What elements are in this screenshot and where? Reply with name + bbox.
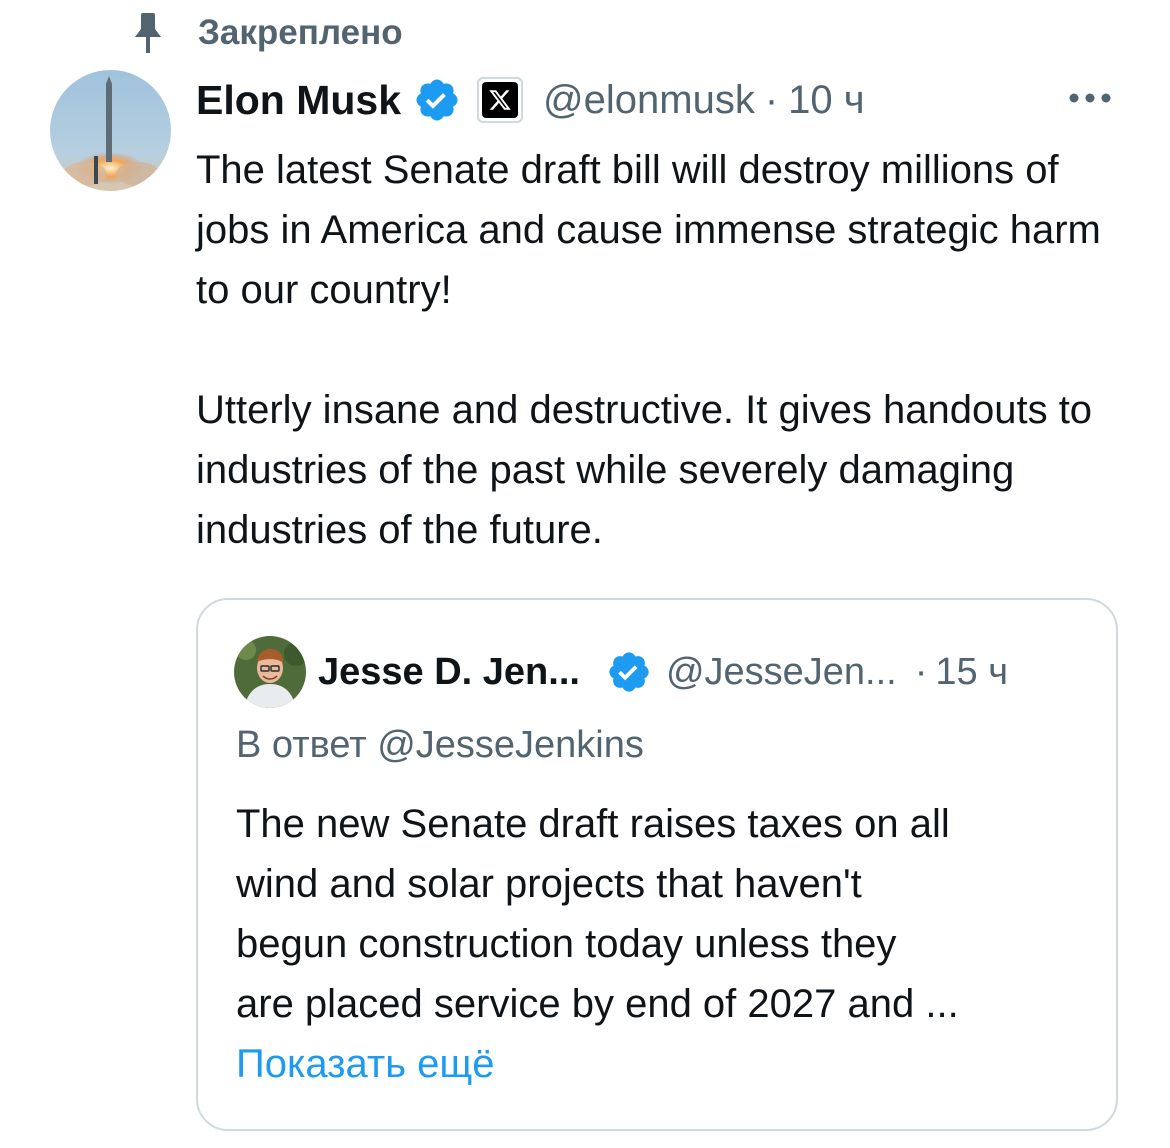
quote-text: The new Senate draft raises taxes on all… xyxy=(236,794,1096,1034)
quote-author-handle[interactable]: @JesseJen... xyxy=(666,651,897,694)
separator: · xyxy=(764,77,779,122)
tweet-text: The latest Senate draft bill will destro… xyxy=(196,140,1126,560)
x-logo-icon[interactable] xyxy=(477,77,524,123)
quote-tweet-card[interactable]: Jesse D. Jen... @JesseJen... · 15 ч В от… xyxy=(196,598,1118,1131)
author-handle[interactable]: @elonmusk xyxy=(543,78,755,123)
tweet-paragraph: Utterly insane and destructive. It gives… xyxy=(196,388,1093,552)
avatar[interactable] xyxy=(50,70,171,191)
verified-badge-icon[interactable] xyxy=(413,76,461,124)
show-more-link[interactable]: Показать ещё xyxy=(236,1034,495,1094)
quote-text-line: The new Senate draft raises taxes on all xyxy=(236,802,950,846)
reply-to-label[interactable]: В ответ @JesseJenkins xyxy=(236,724,644,767)
more-options-button[interactable] xyxy=(1060,78,1120,122)
quote-author-name[interactable]: Jesse D. Jen... xyxy=(318,651,580,694)
quote-header: Jesse D. Jen... @JesseJen... · 15 ч xyxy=(318,642,1098,702)
pinned-label: Закреплено xyxy=(198,13,403,52)
timestamp[interactable]: 10 ч xyxy=(788,78,864,123)
quote-text-line: are placed service by end of 2027 and ..… xyxy=(236,982,959,1026)
pinned-indicator: Закреплено xyxy=(128,8,403,58)
pin-icon xyxy=(128,8,168,58)
tweet-header: Elon Musk @elonmusk · 10 ч xyxy=(196,70,1126,130)
quote-text-line: wind and solar projects that haven't xyxy=(236,862,862,906)
tweet-paragraph: The latest Senate draft bill will destro… xyxy=(196,148,1101,312)
quote-text-line: begun construction today unless they xyxy=(236,922,897,966)
quote-timestamp[interactable]: 15 ч xyxy=(935,651,1008,694)
quote-avatar[interactable] xyxy=(234,636,306,708)
separator: · xyxy=(914,650,928,693)
more-options-icon xyxy=(1068,91,1112,109)
verified-badge-icon[interactable] xyxy=(606,649,652,695)
author-name[interactable]: Elon Musk xyxy=(196,77,401,124)
